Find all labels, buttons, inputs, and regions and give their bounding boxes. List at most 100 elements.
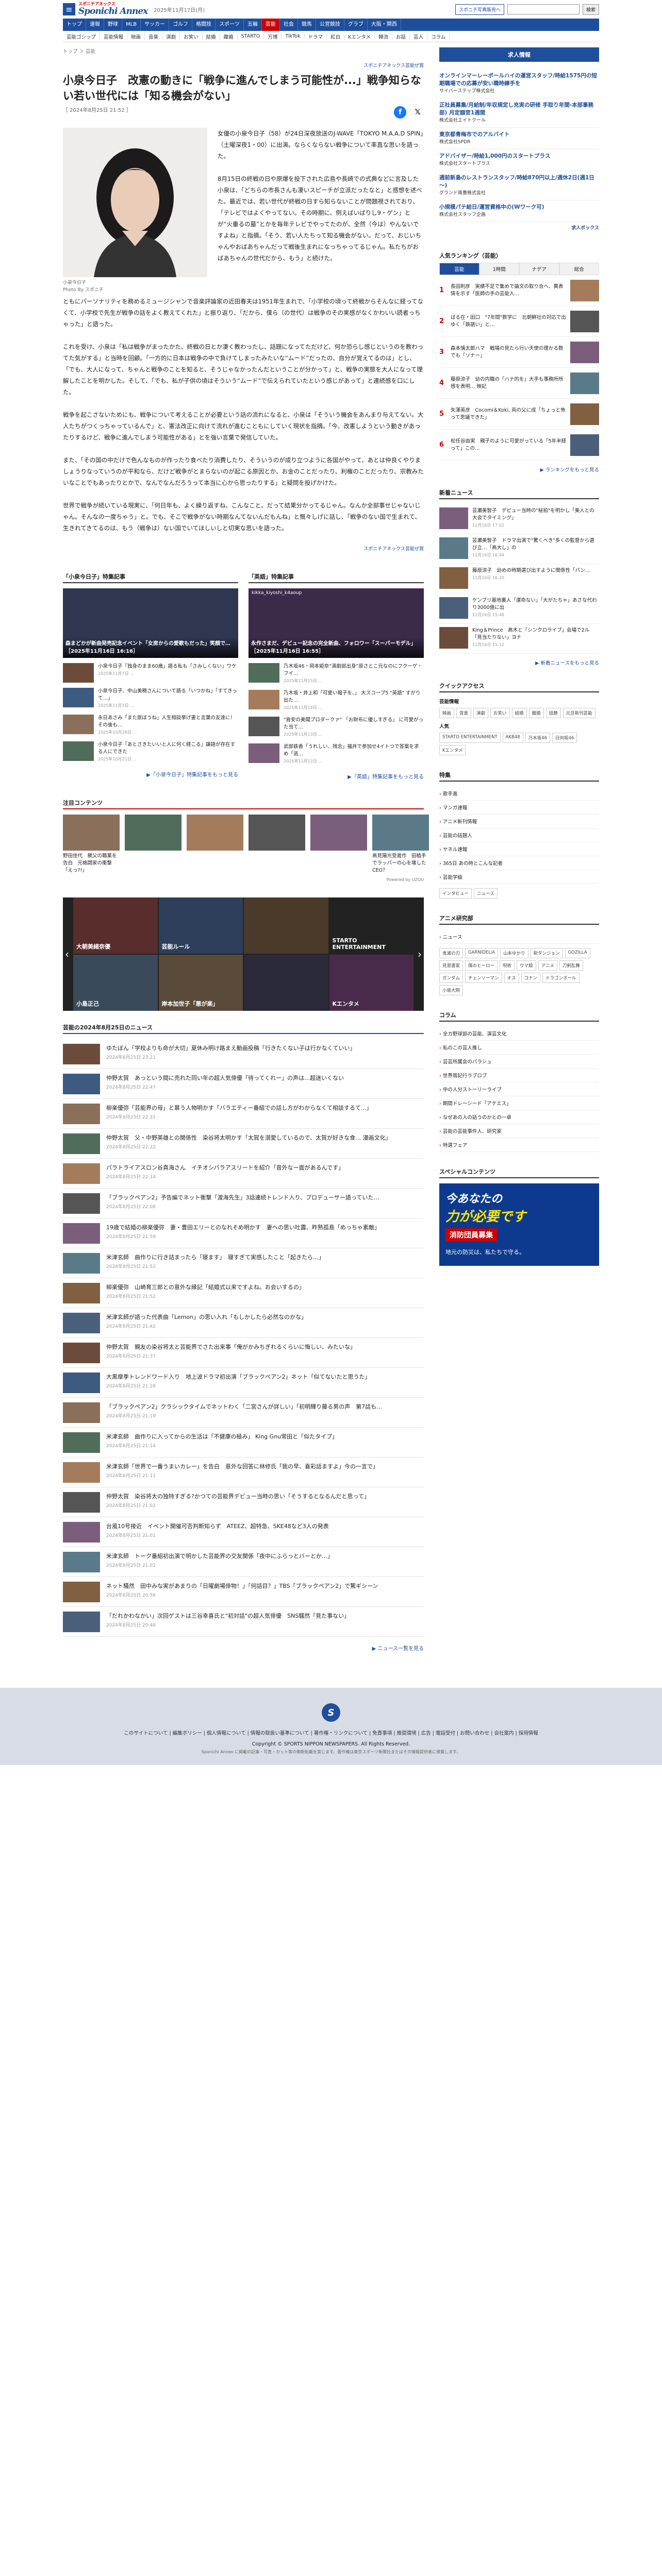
side-news-item[interactable]: 芸瀬美智子 ドラマ出演で"驚くべき"多くの監督から選び立…「高大し」の 11月16…	[439, 534, 599, 564]
subnav-item[interactable]: 芸人	[410, 32, 428, 40]
news-item[interactable]: 仲野太賀 あっという間に売れた同い年の超人気俳優「待ってくれー」の声は…超迷いく…	[63, 1069, 424, 1099]
subnav-item[interactable]: 芸能情報	[100, 32, 128, 40]
feature-item[interactable]: "皆安の美聞プロダークァ" 「お財布に優しすぎる」 に可愛がった当て… 2025年…	[249, 717, 424, 738]
anime-tag[interactable]: 新ダンジョン	[530, 948, 563, 958]
subnav-item[interactable]: コラム	[427, 32, 450, 40]
anime-tag[interactable]: 鬼滅の刃	[439, 948, 464, 958]
anime-tag[interactable]: 呪術	[500, 960, 515, 971]
feature-hero[interactable]: 森まどかが新曲発売記念イベント「女房からの愛歌もだった」笑顔で… ［2025年11…	[63, 588, 238, 658]
quick-tag[interactable]: 結婚	[511, 708, 527, 718]
recommend-thumb[interactable]	[63, 815, 120, 851]
anime-tag[interactable]: アニメ	[538, 960, 557, 971]
nav-item[interactable]: 速報	[86, 19, 104, 31]
nav-item[interactable]: 大阪・関西	[368, 19, 401, 31]
column-list-item[interactable]: 芸芸所属会のパラシュ	[439, 1055, 599, 1069]
ranking-tab[interactable]: 1時間	[479, 263, 519, 275]
ranking-item[interactable]: 1 長田則彦 実績不足で集めで論文の取り合へ、異表情を示す「医師の手の芸能人…	[439, 275, 599, 306]
side-news-item[interactable]: 藤原涼子 幼めの時期選び出すように関係性「パン… 11月16日 16:20	[439, 564, 599, 594]
nav-item[interactable]: ゴルフ	[169, 19, 193, 31]
news-thumb[interactable]	[63, 1223, 100, 1244]
side-news-thumb[interactable]	[439, 537, 468, 559]
breadcrumb[interactable]: トップ ＞ 芸能	[63, 47, 424, 55]
promo-item[interactable]	[244, 955, 328, 1011]
news-item[interactable]: 大黒摩季トレンドワード入り 地上波ドラマ初出演「ブラックペアン2」ネット「似てな…	[63, 1368, 424, 1398]
subnav-item[interactable]: 韓流	[375, 32, 393, 40]
feature-item[interactable]: 小泉今日子、中山美穂さんについて語る「いつかね」「すてきって…」 2025年11月…	[63, 688, 238, 709]
carousel-prev-icon[interactable]: ‹	[65, 948, 69, 960]
column-list-item[interactable]: 全カ野球部の芸能、演芸文化	[439, 1027, 599, 1041]
anime-tag[interactable]: 僕のヒーロー	[465, 960, 498, 971]
feature-thumb[interactable]	[63, 715, 94, 734]
nav-item[interactable]: 野球	[104, 19, 122, 31]
feature-thumb[interactable]	[63, 688, 94, 707]
column-list-item[interactable]: 世界周記行ラブロブ	[439, 1069, 599, 1082]
news-item[interactable]: 仲野太賀 父・中野英雄との関係性 染谷将太明かす「太賀を溺愛しているので、太賀が…	[63, 1129, 424, 1159]
recommend-item[interactable]	[125, 815, 181, 874]
news-item[interactable]: 「ブラックペアン2」予告編でネット衝撃「渡海先生」3話連続トレンド入り、プロデュ…	[63, 1189, 424, 1218]
recommend-item[interactable]	[187, 815, 243, 874]
news-thumb[interactable]	[63, 1313, 100, 1333]
feature-item[interactable]: 乃木坂・井上和「可愛い報子を、」 大スコープ5 "英語" すがり出た… 2025年…	[249, 690, 424, 711]
ranking-thumb[interactable]	[570, 310, 599, 332]
side-news-thumb[interactable]	[439, 507, 468, 529]
news-item[interactable]: 仲野太賀 染谷将太の独特すぎる?かつての芸能界デビュー当時の思い「そうするとなる…	[63, 1487, 424, 1517]
nav-item[interactable]: トップ	[63, 19, 86, 31]
nav-item[interactable]: 芸能	[261, 19, 280, 31]
side-news-thumb[interactable]	[439, 627, 468, 649]
column-list-item[interactable]: 期間ドレーシード「アテエス」	[439, 1096, 599, 1110]
promo-item[interactable]: 岸本加世子「悪が楽」	[158, 955, 243, 1011]
news-item[interactable]: 「ブラックペアン2」クラシックタイムでネットわく「二宮さんが詳しい」「初明輝り藤…	[63, 1398, 424, 1428]
side-news-thumb[interactable]	[439, 567, 468, 589]
ranking-tab[interactable]: 芸能	[439, 263, 479, 275]
news-thumb[interactable]	[63, 1462, 100, 1483]
subnav-item[interactable]: Kエンタメ	[344, 32, 375, 40]
recommend-thumb[interactable]	[372, 815, 429, 851]
nav-item[interactable]: サッカー	[141, 19, 170, 31]
recommend-item[interactable]	[249, 815, 305, 874]
subnav-item[interactable]: 音楽	[145, 32, 163, 40]
subnav-item[interactable]: 結婚	[203, 32, 220, 40]
side-news-item[interactable]: ケンブリ基地裏人「運命ない」「大がたちゃ」あさな代わり3000億に出 11月16日…	[439, 594, 599, 624]
feature-item[interactable]: 永日あさみ「また原ぼうね」人生相談挙げ妻と言葉の友達に！その後も… 2025年10…	[63, 715, 238, 736]
news-thumb[interactable]	[63, 1492, 100, 1513]
news-item[interactable]: 米津玄師 曲作りに行き詰まったら「寝ます」 寝すぎて実感したこと「起きたら…」 2…	[63, 1248, 424, 1278]
nav-item[interactable]: 格闘技	[192, 19, 216, 31]
job-ad-item[interactable]: 週前新島のレストランスタッフ/時給870円以上/週休2日(週1日～) グランド南豊…	[439, 171, 599, 200]
ranking-item[interactable]: 3 森本慎太郎ハマ 戦場の見たら行い天使の理かる数でも「ソナー」	[439, 337, 599, 368]
job-ad-item[interactable]: 東京都青梅市でのアルバイト 株式会社SPDR	[439, 128, 599, 149]
recommend-item[interactable]: 高見陽光受賞作 田植手でラッパーの心を壊したCEO？	[372, 815, 429, 874]
promo-item[interactable]: 芸能ルール	[158, 897, 243, 954]
quick-tag[interactable]: 話題	[545, 708, 561, 718]
ranking-tab[interactable]: 総合	[559, 263, 599, 275]
subnav-item[interactable]: STARTO	[238, 33, 264, 39]
news-item[interactable]: パラトライアスロン谷真海さん イチオシパラアスリートを紹介「音外なー面があるんで…	[63, 1159, 424, 1189]
news-thumb[interactable]	[63, 1253, 100, 1274]
quick-tag[interactable]: 演劇	[473, 708, 489, 718]
nav-item[interactable]: グラブ	[344, 19, 368, 31]
news-list-more-link[interactable]: ▶ ニュース一覧を見る	[63, 1644, 424, 1652]
nav-item[interactable]: 五輪	[244, 19, 262, 31]
subnav-item[interactable]: 演劇	[162, 32, 180, 40]
nav-item[interactable]: スポーツ	[216, 19, 244, 31]
photo-sales-button[interactable]: スポニチ写真販売へ	[455, 4, 504, 15]
quick-tag[interactable]: 日向坂46	[552, 733, 577, 743]
feature-thumb[interactable]	[249, 663, 279, 683]
news-thumb[interactable]	[63, 1522, 100, 1543]
column-list-item[interactable]: なぜあの人の話うのかとの一卓	[439, 1110, 599, 1124]
news-thumb[interactable]	[63, 1104, 100, 1124]
news-thumb[interactable]	[63, 1372, 100, 1393]
nav-item[interactable]: 社会	[280, 19, 298, 31]
subnav-item[interactable]: 離婚	[220, 32, 238, 40]
recommend-thumb[interactable]	[125, 815, 181, 851]
anime-tag[interactable]: ウマ娘	[517, 960, 536, 971]
feature-more-link[interactable]: ▶「英語」特集記事をもっと見る	[249, 772, 424, 780]
anime-tag[interactable]: 小坂大翔	[439, 985, 464, 995]
anime-tag[interactable]: ガンダム	[439, 973, 464, 983]
news-item[interactable]: ネット騒然 田中みな実があまりの「日曜劇場俳物！」「何話目？」TBS「ブラックペ…	[63, 1577, 424, 1607]
news-thumb[interactable]	[63, 1044, 100, 1064]
feature-item[interactable]: 小泉今日子「あとさきたいいと人に何く経こる」謙語が存在する人にできた 2025年1…	[63, 741, 238, 763]
side-news-thumb[interactable]	[439, 597, 468, 619]
ranking-item[interactable]: 6 松任谷由実 親子のように可愛がっている「5年半経って」この…	[439, 430, 599, 461]
side-news-more-link[interactable]: ▶ 新着ニュースをもっと見る	[439, 659, 599, 666]
special-list-item[interactable]: 歌手進	[439, 787, 599, 801]
